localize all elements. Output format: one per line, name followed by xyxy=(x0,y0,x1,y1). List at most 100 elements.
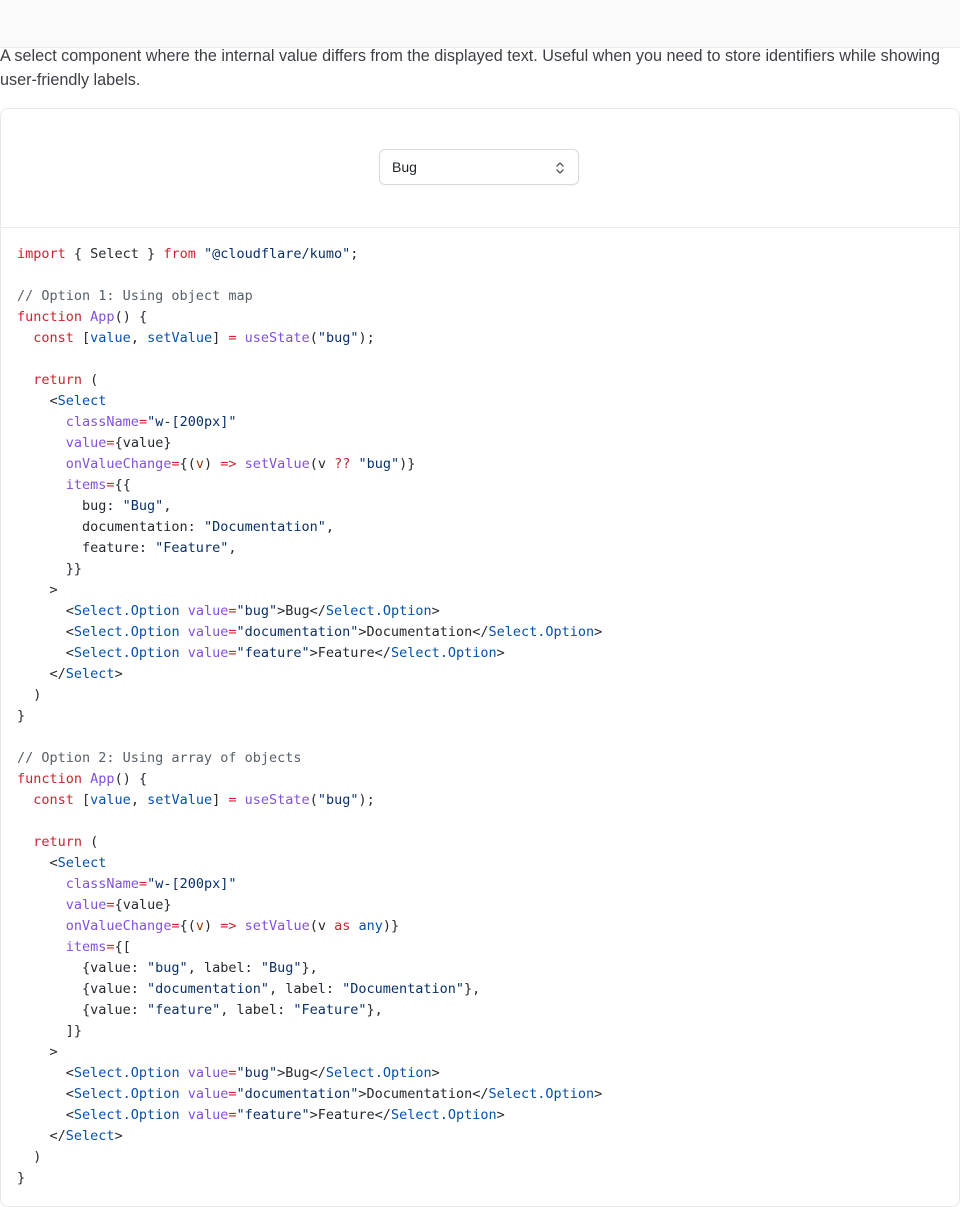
code-token: = xyxy=(228,603,237,619)
code-line: // Option 2: Using array of objects xyxy=(17,748,943,769)
code-token: (v xyxy=(309,456,335,472)
code-token: > xyxy=(114,1128,123,1144)
code-line: onValueChange={(v) => setValue(v as any)… xyxy=(17,916,943,937)
code-token: "Documentation" xyxy=(203,519,326,535)
code-token: ( xyxy=(82,834,99,850)
code-token: >Documentation</ xyxy=(358,624,489,640)
code-token: "bug" xyxy=(317,792,359,808)
code-line: } xyxy=(17,706,943,727)
code-line: value={value} xyxy=(17,895,943,916)
code-token: {[ xyxy=(114,939,131,955)
select-value: Bug xyxy=(392,159,417,175)
code-token: Select.Option xyxy=(488,1086,595,1102)
code-token: = xyxy=(228,330,237,346)
code-token: } xyxy=(17,1170,26,1186)
code-line: }} xyxy=(17,559,943,580)
code-token: // Option 2: Using array of objects xyxy=(17,750,302,766)
code-token: value xyxy=(187,624,229,640)
code-token: = xyxy=(106,477,115,493)
code-token: "feature" xyxy=(236,1107,310,1123)
code-token: "documentation" xyxy=(147,981,269,997)
code-token: , label: xyxy=(187,960,261,976)
code-token: Select.Option xyxy=(390,1107,497,1123)
code-line: <Select.Option value="feature">Feature</… xyxy=(17,1105,943,1126)
code-token: > xyxy=(594,1086,603,1102)
code-token: {value} xyxy=(114,435,172,451)
code-line: value={value} xyxy=(17,433,943,454)
code-token: , label: xyxy=(220,1002,294,1018)
code-token: = xyxy=(228,645,237,661)
code-line: ]} xyxy=(17,1021,943,1042)
code-token: className xyxy=(65,876,139,892)
top-bar xyxy=(0,0,960,48)
code-token: = xyxy=(138,876,148,892)
code-line: return ( xyxy=(17,832,943,853)
code-token: "bug" xyxy=(317,330,359,346)
code-token: "feature" xyxy=(236,645,310,661)
code-token: { Select } xyxy=(65,246,164,262)
code-token: }} xyxy=(17,561,83,577)
code-token: , xyxy=(228,540,237,556)
code-token: ] xyxy=(212,792,229,808)
code-token: => xyxy=(220,456,237,472)
code-token: Select.Option xyxy=(325,1065,432,1081)
code-token: onValueChange xyxy=(65,456,172,472)
code-token: value xyxy=(187,1107,229,1123)
code-token: = xyxy=(228,1107,237,1123)
select-trigger[interactable]: Bug xyxy=(379,149,579,185)
code-token: useState xyxy=(244,330,310,346)
code-token: < xyxy=(17,1107,74,1123)
code-line: ) xyxy=(17,685,943,706)
code-token: < xyxy=(17,855,58,871)
code-token: function xyxy=(17,771,83,787)
code-token: {value: xyxy=(17,1002,148,1018)
code-token: App xyxy=(90,771,115,787)
code-line: items={{ xyxy=(17,475,943,496)
code-line: <Select xyxy=(17,853,943,874)
code-token: "Bug" xyxy=(122,498,164,514)
code-token: > xyxy=(431,603,440,619)
code-token: {( xyxy=(179,456,196,472)
code-line: className="w-[200px]" xyxy=(17,412,943,433)
code-token: value xyxy=(65,897,107,913)
code-token: >Documentation</ xyxy=(358,1086,489,1102)
code-token: (v xyxy=(309,918,335,934)
code-token: "documentation" xyxy=(236,624,359,640)
code-token: value xyxy=(65,435,107,451)
code-token: ( xyxy=(309,330,318,346)
code-token: "feature" xyxy=(147,1002,221,1018)
code-token: Select.Option xyxy=(73,603,180,619)
code-token: }, xyxy=(366,1002,383,1018)
code-token: ( xyxy=(309,792,318,808)
code-line: </Select> xyxy=(17,1126,943,1147)
code-line: <Select.Option value="documentation">Doc… xyxy=(17,622,943,643)
code-token: value xyxy=(187,1086,229,1102)
code-token: Select.Option xyxy=(73,1107,180,1123)
code-token: "Feature" xyxy=(155,540,229,556)
code-token: ( xyxy=(82,372,99,388)
code-line: onValueChange={(v) => setValue(v ?? "bug… xyxy=(17,454,943,475)
code-token: >Feature</ xyxy=(309,645,391,661)
code-token: const xyxy=(33,792,74,808)
code-token: }, xyxy=(464,981,481,997)
code-token: "bug" xyxy=(236,603,278,619)
code-token: </ xyxy=(17,1128,66,1144)
code-token: ) xyxy=(17,1149,42,1165)
code-token: > xyxy=(496,1107,505,1123)
